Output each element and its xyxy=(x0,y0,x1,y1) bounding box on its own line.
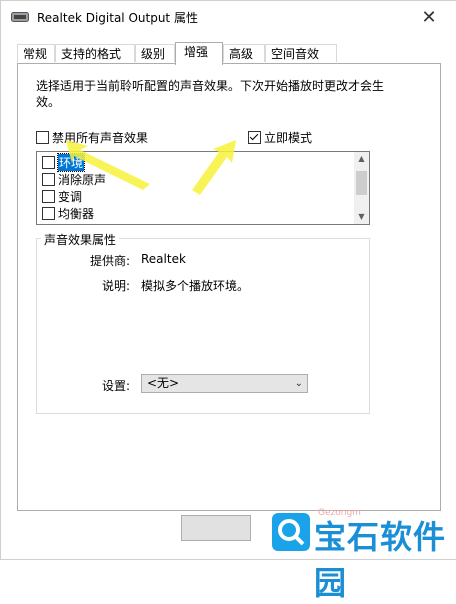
checkbox-box-checked[interactable] xyxy=(248,131,261,144)
settings-dropdown[interactable]: <无> ⌄ xyxy=(141,374,308,393)
effect-label: 消除原声 xyxy=(58,172,107,187)
list-item[interactable]: 消除原声 xyxy=(42,171,106,187)
list-scrollbar[interactable]: ▲ ▼ xyxy=(354,152,369,224)
description-value: 模拟多个播放环境。 xyxy=(141,279,250,293)
watermark: Gezongm 宝石软件园 xyxy=(272,508,456,602)
list-item[interactable]: 变调 xyxy=(42,188,82,204)
disable-all-effects-checkbox[interactable]: 禁用所有声音效果 xyxy=(36,129,148,146)
close-button[interactable]: ✕ xyxy=(406,1,452,33)
watermark-logo-icon xyxy=(272,513,310,551)
provider-value: Realtek xyxy=(141,252,186,266)
description-text: 选择适用于当前聆听配置的声音效果。下次开始播放时更改才会生效。 xyxy=(36,79,385,109)
ok-button[interactable] xyxy=(181,515,251,541)
tab-supported-formats[interactable]: 支持的格式 xyxy=(55,44,135,62)
checkbox-box[interactable] xyxy=(42,189,55,203)
tab-advanced[interactable]: 高级 xyxy=(223,44,265,62)
tab-general[interactable]: 常规 xyxy=(17,44,55,62)
checkbox-box[interactable] xyxy=(42,206,55,220)
tab-spatial-sound[interactable]: 空间音效 xyxy=(265,44,337,62)
tab-levels[interactable]: 级别 xyxy=(135,44,175,62)
scroll-down-arrow-icon[interactable]: ▼ xyxy=(354,210,369,224)
tab-enhancements[interactable]: 增强 xyxy=(175,42,223,65)
effects-list[interactable]: 环境 消除原声 变调 均衡器 ▲ ▼ xyxy=(36,151,370,225)
chevron-down-icon: ⌄ xyxy=(294,378,303,389)
title-bar: Realtek Digital Output 属性 ✕ xyxy=(1,1,456,33)
checkbox-box[interactable] xyxy=(42,155,55,169)
list-item[interactable]: 环境 xyxy=(42,152,86,172)
window-title: Realtek Digital Output 属性 xyxy=(37,11,198,25)
properties-window: Realtek Digital Output 属性 ✕ 常规 支持的格式 级别 … xyxy=(0,0,456,560)
checkbox-box[interactable] xyxy=(36,131,49,144)
settings-selected-value: <无> xyxy=(147,376,180,390)
list-item[interactable]: 均衡器 xyxy=(42,205,94,221)
settings-label: 设置: xyxy=(101,379,130,393)
watermark-text: 宝石软件园 xyxy=(314,518,447,602)
scroll-up-arrow-icon[interactable]: ▲ xyxy=(354,152,369,166)
effect-label: 均衡器 xyxy=(58,206,95,221)
close-icon: ✕ xyxy=(421,6,437,28)
scroll-thumb[interactable] xyxy=(356,171,367,195)
checkbox-box[interactable] xyxy=(42,172,55,186)
immediate-mode-checkbox[interactable]: 立即模式 xyxy=(248,129,312,146)
immediate-mode-label: 立即模式 xyxy=(264,131,313,145)
effect-label: 变调 xyxy=(58,189,83,204)
effect-properties-title: 声音效果属性 xyxy=(41,231,120,248)
description-label: 说明: xyxy=(101,279,130,293)
speaker-icon xyxy=(11,12,29,22)
provider-label: 提供商: xyxy=(89,254,130,268)
effect-label: 环境 xyxy=(56,152,86,172)
disable-all-effects-label: 禁用所有声音效果 xyxy=(52,131,149,145)
